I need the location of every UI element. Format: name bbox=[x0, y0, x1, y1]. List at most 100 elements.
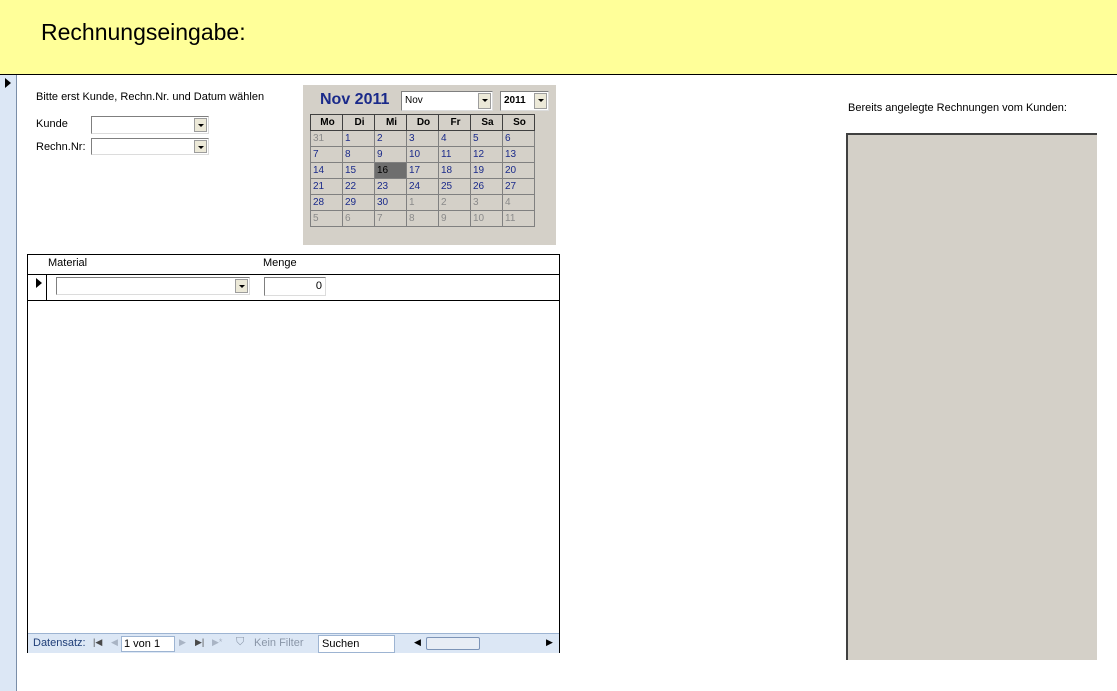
record-number-input[interactable]: 1 von 1 bbox=[121, 636, 175, 652]
calendar-day-other-month[interactable]: 7 bbox=[374, 210, 407, 227]
calendar-day-other-month[interactable]: 8 bbox=[406, 210, 439, 227]
calendar-day[interactable]: 25 bbox=[438, 178, 471, 195]
calendar-day[interactable]: 12 bbox=[470, 146, 503, 163]
calendar-day[interactable]: 8 bbox=[342, 146, 375, 163]
calendar-day-other-month[interactable]: 1 bbox=[406, 194, 439, 211]
subform-header: Material Menge bbox=[28, 255, 559, 275]
scrollbar-thumb[interactable] bbox=[426, 637, 480, 650]
horizontal-scrollbar[interactable]: ◀ ▶ bbox=[414, 636, 554, 650]
calendar-day[interactable]: 2 bbox=[374, 130, 407, 147]
record-navigation-bar: Datensatz: |◀ ◀ 1 von 1 ▶ ▶| ▶* ⛉ Kein F… bbox=[28, 633, 559, 653]
calendar-day-other-month[interactable]: 31 bbox=[310, 130, 343, 147]
calendar-week-row: 14 15 16 17 18 19 20 bbox=[310, 162, 535, 179]
menge-column-header: Menge bbox=[263, 257, 297, 269]
weekday-header: So bbox=[502, 114, 535, 131]
calendar-day[interactable]: 10 bbox=[406, 146, 439, 163]
calendar-day[interactable]: 20 bbox=[502, 162, 535, 179]
kunde-label: Kunde bbox=[36, 118, 68, 130]
calendar-day[interactable]: 21 bbox=[310, 178, 343, 195]
calendar-week-row: 28 29 30 1 2 3 4 bbox=[310, 194, 535, 211]
last-record-icon[interactable]: ▶| bbox=[195, 637, 204, 648]
calendar-day-selected[interactable]: 16 bbox=[374, 162, 407, 179]
rechnr-dropdown-icon[interactable] bbox=[194, 140, 207, 153]
form-header: Rechnungseingabe: bbox=[0, 0, 1117, 75]
calendar-day[interactable]: 28 bbox=[310, 194, 343, 211]
calendar-day[interactable]: 18 bbox=[438, 162, 471, 179]
calendar-day[interactable]: 17 bbox=[406, 162, 439, 179]
calendar-day[interactable]: 19 bbox=[470, 162, 503, 179]
calendar-week-row: 5 6 7 8 9 10 11 bbox=[310, 210, 535, 227]
current-row-arrow-icon bbox=[36, 278, 42, 288]
year-select-value: 2011 bbox=[504, 95, 526, 106]
weekday-header: Sa bbox=[470, 114, 503, 131]
calendar-day[interactable]: 1 bbox=[342, 130, 375, 147]
calendar-day-other-month[interactable]: 3 bbox=[470, 194, 503, 211]
calendar-day-other-month[interactable]: 2 bbox=[438, 194, 471, 211]
scroll-left-icon[interactable]: ◀ bbox=[414, 637, 421, 648]
previous-record-icon[interactable]: ◀ bbox=[111, 637, 118, 648]
instruction-text: Bitte erst Kunde, Rechn.Nr. und Datum wä… bbox=[36, 91, 265, 103]
calendar-week-row: 31 1 2 3 4 5 6 bbox=[310, 130, 535, 147]
current-record-arrow-icon bbox=[5, 78, 11, 88]
calendar-day-other-month[interactable]: 11 bbox=[502, 210, 535, 227]
filter-icon: ⛉ bbox=[236, 636, 245, 648]
calendar-day[interactable]: 9 bbox=[374, 146, 407, 163]
month-select-value: Nov bbox=[405, 95, 423, 106]
next-record-icon[interactable]: ▶ bbox=[179, 637, 186, 648]
material-combobox[interactable] bbox=[56, 277, 250, 295]
record-selector[interactable] bbox=[0, 75, 17, 691]
calendar-control[interactable]: Nov 2011 Nov 2011 Mo Di Mi Do Fr Sa So 31 1 2 3 4 5… bbox=[303, 85, 556, 245]
calendar-week-row: 7 8 9 10 11 12 13 bbox=[310, 146, 535, 163]
year-select[interactable]: 2011 bbox=[500, 91, 549, 111]
calendar-day[interactable]: 13 bbox=[502, 146, 535, 163]
calendar-title: Nov 2011 bbox=[320, 91, 390, 108]
calendar-day[interactable]: 3 bbox=[406, 130, 439, 147]
weekday-header: Di bbox=[342, 114, 375, 131]
calendar-day[interactable]: 30 bbox=[374, 194, 407, 211]
calendar-grid: Mo Di Mi Do Fr Sa So 31 1 2 3 4 5 6 7 8 9 10 11 12 13 14 15 16… bbox=[310, 114, 535, 227]
page-title: Rechnungseingabe: bbox=[41, 19, 246, 45]
calendar-day[interactable]: 6 bbox=[502, 130, 535, 147]
month-select[interactable]: Nov bbox=[401, 91, 493, 111]
nav-label: Datensatz: bbox=[33, 637, 86, 649]
row-selector[interactable] bbox=[28, 274, 47, 300]
material-subform: Material Menge 0 Datensatz: |◀ ◀ 1 von 1… bbox=[27, 254, 560, 653]
calendar-day[interactable]: 22 bbox=[342, 178, 375, 195]
new-record-icon[interactable]: ▶* bbox=[212, 637, 222, 648]
calendar-day-other-month[interactable]: 9 bbox=[438, 210, 471, 227]
rechnr-combobox[interactable] bbox=[91, 138, 209, 155]
calendar-day[interactable]: 26 bbox=[470, 178, 503, 195]
calendar-week-row: 21 22 23 24 25 26 27 bbox=[310, 178, 535, 195]
calendar-day-other-month[interactable]: 10 bbox=[470, 210, 503, 227]
calendar-day-other-month[interactable]: 5 bbox=[310, 210, 343, 227]
kunde-dropdown-icon[interactable] bbox=[194, 118, 207, 132]
calendar-day-other-month[interactable]: 6 bbox=[342, 210, 375, 227]
kunde-combobox[interactable] bbox=[91, 116, 209, 134]
calendar-day[interactable]: 11 bbox=[438, 146, 471, 163]
weekday-header: Mi bbox=[374, 114, 407, 131]
calendar-day[interactable]: 24 bbox=[406, 178, 439, 195]
calendar-day[interactable]: 5 bbox=[470, 130, 503, 147]
first-record-icon[interactable]: |◀ bbox=[93, 637, 102, 648]
calendar-day[interactable]: 7 bbox=[310, 146, 343, 163]
weekday-header: Do bbox=[406, 114, 439, 131]
table-row[interactable]: 0 bbox=[28, 274, 559, 301]
material-dropdown-icon[interactable] bbox=[235, 279, 248, 293]
calendar-day[interactable]: 4 bbox=[438, 130, 471, 147]
weekday-header: Mo bbox=[310, 114, 343, 131]
filter-label: Kein Filter bbox=[254, 637, 304, 649]
calendar-day[interactable]: 27 bbox=[502, 178, 535, 195]
search-input[interactable]: Suchen bbox=[318, 635, 395, 653]
calendar-day[interactable]: 23 bbox=[374, 178, 407, 195]
calendar-day[interactable]: 15 bbox=[342, 162, 375, 179]
month-dropdown-icon[interactable] bbox=[478, 93, 491, 109]
existing-invoices-list[interactable] bbox=[846, 133, 1097, 660]
calendar-day[interactable]: 29 bbox=[342, 194, 375, 211]
calendar-day-other-month[interactable]: 4 bbox=[502, 194, 535, 211]
scroll-right-icon[interactable]: ▶ bbox=[546, 637, 553, 648]
filter-button[interactable]: ⛉ Kein Filter bbox=[228, 634, 316, 653]
calendar-day[interactable]: 14 bbox=[310, 162, 343, 179]
existing-invoices-label: Bereits angelegte Rechnungen vom Kunden: bbox=[848, 102, 1067, 114]
year-dropdown-icon[interactable] bbox=[534, 93, 547, 109]
menge-input[interactable]: 0 bbox=[264, 277, 326, 296]
